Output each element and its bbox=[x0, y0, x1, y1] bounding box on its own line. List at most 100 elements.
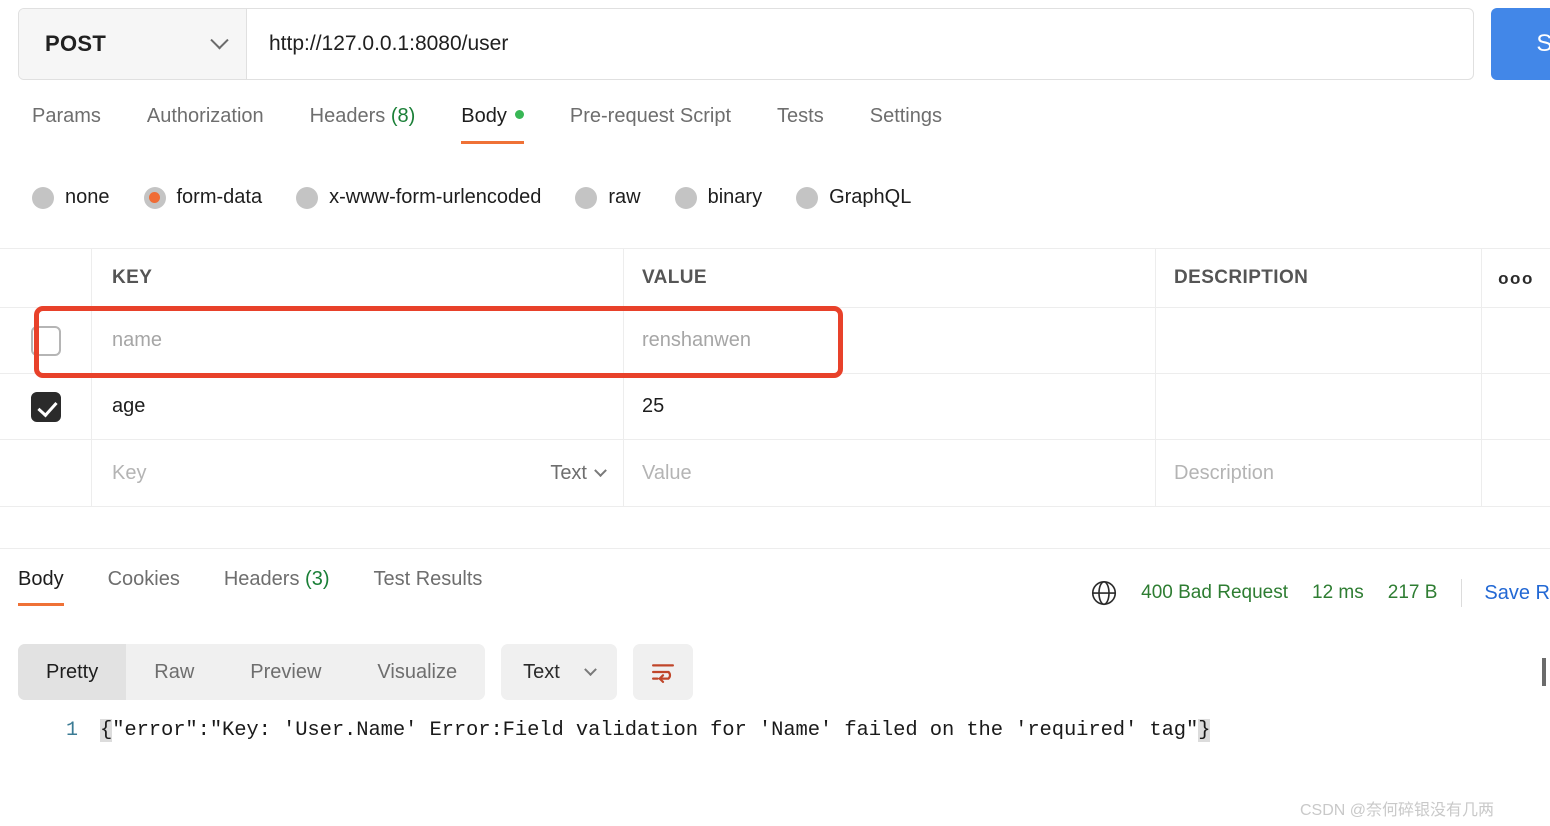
new-row-description-placeholder: Description bbox=[1174, 461, 1275, 484]
body-type-none-label: none bbox=[65, 186, 110, 208]
save-response-button[interactable]: Save R bbox=[1484, 582, 1550, 605]
tab-settings-label: Settings bbox=[869, 105, 942, 127]
view-raw[interactable]: Raw bbox=[126, 644, 222, 700]
response-size: 217 B bbox=[1387, 582, 1438, 603]
row-value-cell[interactable]: 25 bbox=[624, 374, 1156, 439]
http-method-label: POST bbox=[45, 31, 107, 56]
row-more-cell bbox=[1482, 374, 1550, 439]
view-raw-label: Raw bbox=[154, 660, 195, 683]
new-row-type-label: Text bbox=[550, 461, 587, 484]
response-tab-body[interactable]: Body bbox=[18, 568, 64, 606]
tab-headers-label: Headers bbox=[309, 105, 386, 127]
chevron-down-icon bbox=[594, 463, 607, 477]
watermark-text: CSDN @奈何碎银没有几两 bbox=[1300, 802, 1495, 819]
view-visualize-label: Visualize bbox=[377, 660, 458, 683]
tab-params[interactable]: Params bbox=[32, 105, 101, 144]
row-description-cell[interactable] bbox=[1156, 374, 1482, 439]
code-line-number: 1 bbox=[65, 719, 78, 742]
new-row-key-cell[interactable]: Key Text bbox=[92, 440, 624, 506]
response-tab-test-results-label: Test Results bbox=[373, 568, 483, 590]
chevron-down-icon bbox=[210, 30, 229, 49]
body-type-binary-label: binary bbox=[707, 186, 763, 208]
response-tab-test-results[interactable]: Test Results bbox=[373, 568, 482, 606]
send-button[interactable]: Se bbox=[1491, 8, 1550, 80]
tab-headers-count: (8) bbox=[390, 105, 416, 127]
http-method-select[interactable]: POST bbox=[19, 9, 247, 79]
tab-tests[interactable]: Tests bbox=[777, 105, 824, 144]
new-row-more-cell bbox=[1482, 440, 1550, 506]
tab-tests-label: Tests bbox=[777, 105, 824, 127]
panel-resize-handle[interactable] bbox=[1542, 658, 1546, 686]
response-format-select[interactable]: Text bbox=[501, 644, 617, 700]
view-pretty[interactable]: Pretty bbox=[18, 644, 127, 700]
row-checkbox-cell bbox=[0, 374, 92, 439]
column-header-description: DESCRIPTION bbox=[1174, 267, 1309, 288]
row-description-cell[interactable] bbox=[1156, 308, 1482, 373]
table-header-row: KEY VALUE DESCRIPTION ooo bbox=[0, 249, 1550, 308]
status-badge: 400 Bad Request bbox=[1141, 582, 1288, 603]
radio-icon bbox=[575, 186, 598, 209]
wrap-text-icon bbox=[651, 664, 674, 683]
tab-headers[interactable]: Headers (8) bbox=[310, 105, 416, 144]
bulk-edit-icon[interactable]: ooo bbox=[1498, 270, 1534, 287]
new-row-description-cell[interactable]: Description bbox=[1156, 440, 1482, 506]
radio-icon bbox=[674, 186, 697, 209]
tab-authorization-label: Authorization bbox=[146, 105, 264, 127]
view-preview[interactable]: Preview bbox=[222, 644, 349, 700]
code-open-brace: { bbox=[100, 719, 113, 742]
body-type-none[interactable]: none bbox=[32, 186, 110, 209]
body-type-urlencoded[interactable]: x-www-form-urlencoded bbox=[296, 186, 541, 209]
response-status-bar: 400 Bad Request 12 ms 217 B Save R bbox=[1089, 576, 1550, 610]
view-preview-label: Preview bbox=[250, 660, 322, 683]
view-pretty-label: Pretty bbox=[46, 660, 99, 683]
tab-settings[interactable]: Settings bbox=[870, 105, 942, 144]
tab-pre-request-script-label: Pre-request Script bbox=[569, 105, 732, 127]
new-row-key-placeholder: Key bbox=[112, 461, 147, 484]
wrap-text-button[interactable] bbox=[632, 644, 693, 700]
response-tab-body-label: Body bbox=[18, 568, 64, 590]
header-value-cell: VALUE bbox=[624, 249, 1156, 307]
body-type-urlencoded-label: x-www-form-urlencoded bbox=[329, 186, 542, 208]
row-checkbox-cell bbox=[0, 308, 92, 373]
new-row-value-cell[interactable]: Value bbox=[624, 440, 1156, 506]
request-url-bar: POST http://127.0.0.1:8080/user bbox=[18, 8, 1474, 80]
radio-icon bbox=[32, 186, 54, 209]
body-type-form-data[interactable]: form-data bbox=[143, 186, 262, 209]
tab-body-label: Body bbox=[461, 105, 507, 127]
body-type-raw[interactable]: raw bbox=[575, 186, 641, 209]
row-value-cell[interactable]: renshanwen bbox=[624, 308, 1156, 373]
body-type-graphql-label: GraphQL bbox=[829, 186, 912, 208]
response-format-toolbar: Pretty Raw Preview Visualize Text bbox=[18, 644, 693, 700]
radio-selected-icon bbox=[143, 186, 166, 209]
body-type-graphql[interactable]: GraphQL bbox=[796, 186, 911, 209]
view-visualize[interactable]: Visualize bbox=[349, 644, 485, 700]
row-enable-checkbox[interactable] bbox=[30, 391, 61, 422]
body-type-binary[interactable]: binary bbox=[674, 186, 763, 209]
url-input[interactable]: http://127.0.0.1:8080/user bbox=[247, 9, 1473, 79]
status-divider bbox=[1461, 579, 1463, 607]
row-key-cell[interactable]: name bbox=[92, 308, 624, 373]
header-description-cell: DESCRIPTION bbox=[1156, 249, 1482, 307]
tab-pre-request-script[interactable]: Pre-request Script bbox=[570, 105, 731, 144]
header-more-cell: ooo bbox=[1482, 249, 1550, 307]
tab-body[interactable]: Body bbox=[461, 105, 524, 144]
response-tab-headers-label: Headers bbox=[223, 568, 300, 590]
code-close-brace: } bbox=[1198, 719, 1211, 742]
tab-params-label: Params bbox=[32, 105, 101, 127]
row-key-value: age bbox=[112, 395, 146, 417]
response-tab-headers[interactable]: Headers (3) bbox=[224, 568, 330, 606]
row-key-cell[interactable]: age bbox=[92, 374, 624, 439]
response-format-label: Text bbox=[523, 660, 560, 683]
radio-icon bbox=[796, 186, 819, 209]
table-new-row: Key Text Value Description bbox=[0, 440, 1550, 506]
radio-icon bbox=[296, 186, 319, 209]
chevron-down-icon bbox=[583, 662, 597, 676]
body-modified-dot-icon bbox=[514, 110, 524, 119]
new-row-type-select[interactable]: Text bbox=[550, 461, 607, 485]
code-line-content[interactable]: {"error":"Key: 'User.Name' Error:Field v… bbox=[100, 716, 1210, 746]
globe-icon[interactable] bbox=[1089, 578, 1119, 608]
column-header-value: VALUE bbox=[642, 267, 707, 288]
row-enable-checkbox[interactable] bbox=[30, 325, 61, 356]
tab-authorization[interactable]: Authorization bbox=[147, 105, 264, 144]
response-tab-cookies[interactable]: Cookies bbox=[108, 568, 180, 606]
